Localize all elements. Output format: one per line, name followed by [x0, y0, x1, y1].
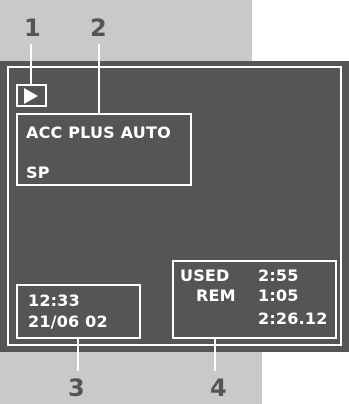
callout-2: 2 [90, 14, 107, 42]
callout-1: 1 [24, 14, 41, 42]
tape-counter-value: 2:26.12 [258, 309, 328, 328]
rem-value: 1:05 [258, 286, 299, 305]
used-label: USED [180, 266, 230, 285]
leader-line-4 [214, 339, 216, 371]
leader-line-3 [77, 339, 79, 371]
callout-3: 3 [68, 374, 85, 402]
callout-4: 4 [210, 374, 227, 402]
mode-line-2: SP [26, 163, 50, 182]
time-date-box: 12:33 21/06 02 [16, 284, 141, 339]
play-indicator-box [16, 84, 47, 107]
leader-line-2 [98, 44, 100, 113]
leader-line-1 [30, 44, 32, 84]
recording-mode-box: ACC PLUS AUTO SP [16, 113, 192, 186]
used-value: 2:55 [258, 266, 299, 285]
tape-counter-box: USED 2:55 REM 1:05 2:26.12 [172, 260, 337, 339]
rem-label: REM [196, 286, 236, 305]
mode-line-1: ACC PLUS AUTO [26, 123, 171, 142]
date-value: 21/06 02 [28, 312, 108, 331]
play-icon [24, 88, 38, 104]
time-value: 12:33 [28, 291, 80, 310]
